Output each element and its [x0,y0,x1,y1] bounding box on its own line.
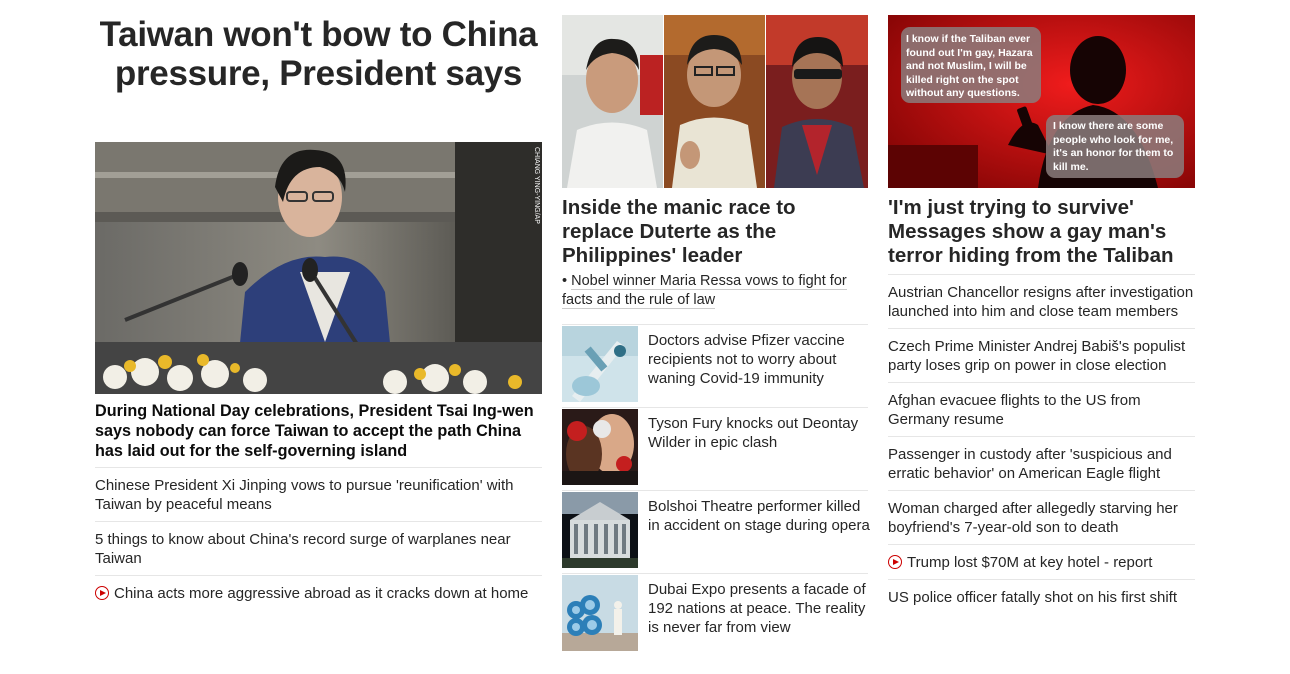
list-item[interactable]: Chinese President Xi Jinping vows to pur… [95,467,542,521]
list-item[interactable]: Austrian Chancellor resigns after invest… [888,274,1195,328]
list-item[interactable]: China acts more aggressive abroad as it … [95,575,542,610]
list-item[interactable]: US police officer fatally shot on his fi… [888,579,1195,614]
feature-headline[interactable]: Inside the manic race to replace Duterte… [562,196,868,268]
list-item-text[interactable]: Czech Prime Minister Andrej Babiš's popu… [888,338,1185,374]
thumb-boxing[interactable] [562,409,638,485]
play-video-icon [888,555,902,569]
related-link[interactable]: Nobel winner Maria Ressa vows to fight f… [562,273,847,309]
lead-photo-tsai-ing-wen[interactable]: CHIANG YING-YING/AP [95,142,542,394]
list-item-text[interactable]: Chinese President Xi Jinping vows to pur… [95,477,513,513]
story-card-text[interactable]: Doctors advise Pfizer vaccine recipients… [648,331,870,388]
lead-story: Taiwan won't bow to China pressure, Pres… [95,15,542,602]
play-video-icon [95,586,109,600]
feature-related-link: • Nobel winner Maria Ressa vows to fight… [562,273,847,309]
feature-photo-taliban-messages[interactable]: I know if the Taliban ever found out I'm… [888,15,1195,188]
lead-description[interactable]: During National Day celebrations, Presid… [95,401,542,461]
list-item[interactable]: Woman charged after allegedly starving h… [888,490,1195,544]
list-item-text[interactable]: Afghan evacuee flights to the US from Ge… [888,392,1141,428]
story-card[interactable]: Bolshoi Theatre performer killed in acci… [562,490,870,573]
headline-list: Austrian Chancellor resigns after invest… [888,274,1195,614]
list-item[interactable]: Trump lost $70M at key hotel - report [888,544,1195,579]
list-item[interactable]: Passenger in custody after 'suspicious a… [888,436,1195,490]
story-card-text[interactable]: Tyson Fury knocks out Deontay Wilder in … [648,414,870,452]
photo-credit: CHIANG YING-YING/AP [533,147,540,224]
lead-headline[interactable]: Taiwan won't bow to China pressure, Pres… [95,15,542,93]
list-item-text[interactable]: Austrian Chancellor resigns after invest… [888,284,1193,320]
story-card[interactable]: Tyson Fury knocks out Deontay Wilder in … [562,407,868,490]
list-item[interactable]: Afghan evacuee flights to the US from Ge… [888,382,1195,436]
story-card[interactable]: Dubai Expo presents a facade of 192 nati… [562,573,868,656]
feature-headline[interactable]: 'I'm just trying to survive' Messages sh… [888,196,1195,268]
story-card-text[interactable]: Dubai Expo presents a facade of 192 nati… [648,580,870,637]
list-item[interactable]: Czech Prime Minister Andrej Babiš's popu… [888,328,1195,382]
story-card-text[interactable]: Bolshoi Theatre performer killed in acci… [648,497,870,535]
story-cards: Doctors advise Pfizer vaccine recipients… [562,324,870,656]
list-item-text[interactable]: Passenger in custody after 'suspicious a… [888,446,1172,482]
story-card[interactable]: Doctors advise Pfizer vaccine recipients… [562,324,868,407]
thumb-bolshoi-theatre[interactable] [562,492,638,568]
thumb-expo-2020[interactable] [562,575,638,651]
lead-related-list: Chinese President Xi Jinping vows to pur… [95,467,542,610]
message-bubble-1: I know if the Taliban ever found out I'm… [906,33,1033,99]
list-item-text[interactable]: 5 things to know about China's record su… [95,531,511,567]
feature-photo-philippine-candidates[interactable] [562,15,868,188]
message-bubble-2: I know there are some people who look fo… [1053,120,1174,173]
thumb-vaccine[interactable] [562,326,638,402]
list-item-text[interactable]: US police officer fatally shot on his fi… [888,589,1177,606]
list-item[interactable]: 5 things to know about China's record su… [95,521,542,575]
list-item-text[interactable]: Woman charged after allegedly starving h… [888,500,1178,536]
list-item-text[interactable]: Trump lost $70M at key hotel - report [907,554,1152,571]
list-item-text[interactable]: China acts more aggressive abroad as it … [114,585,528,602]
